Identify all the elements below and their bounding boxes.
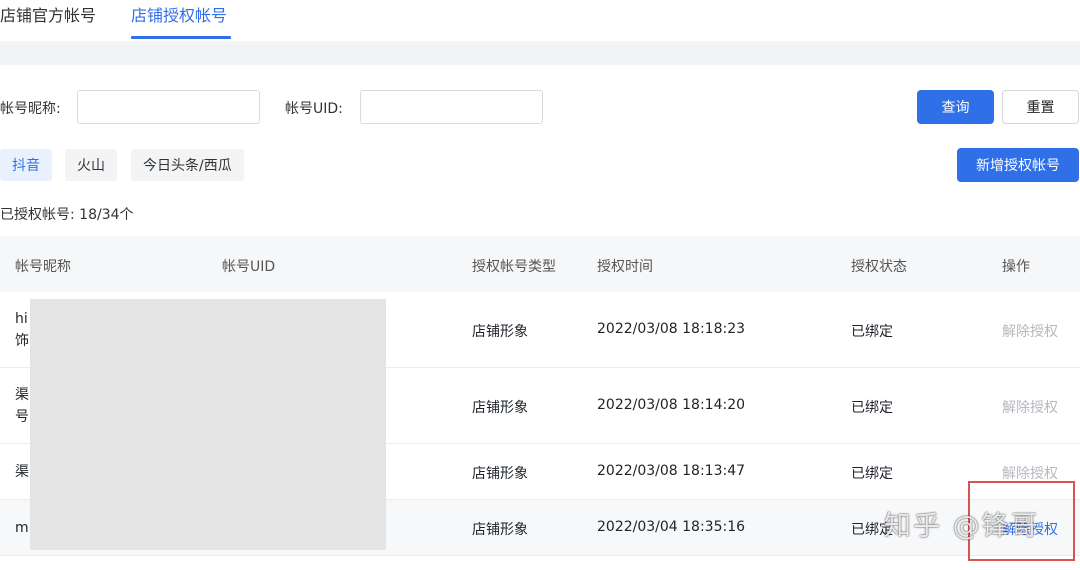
uid-filter-input[interactable] — [360, 90, 543, 124]
nickname-filter-label: 帐号昵称: — [0, 101, 61, 117]
row-nickname: m — [15, 520, 29, 536]
active-tab-indicator — [131, 36, 231, 39]
row-status: 已绑定 — [851, 400, 893, 416]
row-nickname: 渠 号 — [15, 387, 29, 425]
uid-filter-label: 帐号UID: — [285, 101, 343, 117]
row-time: 2022/03/08 18:18:23 — [597, 321, 746, 337]
tab-official-account[interactable]: 店铺官方帐号 — [0, 2, 96, 26]
revoke-authorization-link[interactable]: 解除授权 — [1002, 321, 1058, 341]
nickname-filter-input[interactable] — [77, 90, 260, 124]
column-header-type: 授权帐号类型 — [472, 259, 556, 275]
column-header-time: 授权时间 — [597, 259, 653, 275]
platform-chip-douyin[interactable]: 抖音 — [0, 149, 52, 181]
row-time: 2022/03/08 18:13:47 — [597, 463, 746, 479]
column-header-uid: 帐号UID — [222, 259, 276, 275]
table-header: 帐号昵称 帐号UID 授权帐号类型 授权时间 授权状态 操作 — [0, 236, 1080, 292]
row-nickname: hi 饰 — [15, 311, 29, 349]
row-type: 店铺形象 — [472, 522, 528, 538]
authorized-count: 已授权帐号: 18/34个 — [0, 207, 134, 223]
query-button[interactable]: 查询 — [917, 90, 994, 124]
row-status: 已绑定 — [851, 324, 893, 340]
add-authorized-account-button[interactable]: 新增授权帐号 — [957, 148, 1079, 182]
tab-authorized-account[interactable]: 店铺授权帐号 — [131, 2, 227, 26]
platform-chip-huoshan[interactable]: 火山 — [65, 149, 117, 181]
column-header-action: 操作 — [1002, 259, 1030, 275]
platform-chip-toutiao-xigua[interactable]: 今日头条/西瓜 — [131, 149, 244, 181]
row-nickname: 渠 — [15, 464, 29, 480]
reset-button[interactable]: 重置 — [1002, 90, 1079, 124]
section-divider — [0, 41, 1080, 65]
row-status: 已绑定 — [851, 466, 893, 482]
redaction-mask — [30, 299, 386, 550]
row-type: 店铺形象 — [472, 466, 528, 482]
tab-bar: 店铺官方帐号 店铺授权帐号 — [0, 0, 1080, 40]
row-type: 店铺形象 — [472, 400, 528, 416]
column-header-status: 授权状态 — [851, 259, 907, 275]
revoke-authorization-link[interactable]: 解除授权 — [1002, 463, 1058, 483]
revoke-authorization-link[interactable]: 解除授权 — [1002, 397, 1058, 417]
watermark: 知乎 @锋哥 — [884, 511, 1040, 542]
column-header-nickname: 帐号昵称 — [15, 259, 71, 275]
row-type: 店铺形象 — [472, 324, 528, 340]
row-time: 2022/03/04 18:35:16 — [597, 519, 746, 535]
row-time: 2022/03/08 18:14:20 — [597, 397, 746, 413]
